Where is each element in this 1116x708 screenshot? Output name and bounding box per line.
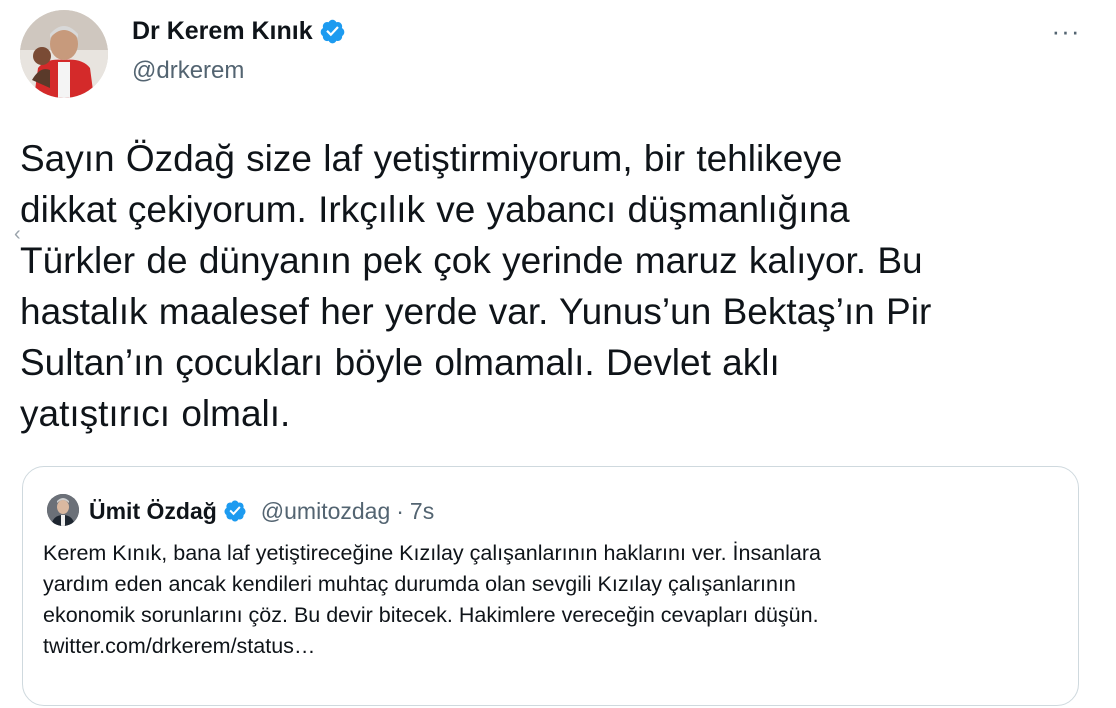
author-avatar-image — [20, 10, 108, 98]
quoted-author-avatar-image — [47, 494, 79, 526]
more-horizontal-icon[interactable]: ··· — [1046, 16, 1086, 46]
author-avatar[interactable] — [20, 10, 108, 98]
header-separator: · — [396, 497, 404, 524]
verified-badge-icon — [320, 19, 344, 44]
quoted-tweet-header: Ümit Özdağ @umitozdag · 7s — [89, 494, 434, 528]
author-handle[interactable]: @drkerem — [132, 57, 244, 85]
quoted-tweet-card[interactable]: Ümit Özdağ @umitozdag · 7s Kerem Kınık, … — [22, 466, 1079, 706]
quoted-tweet-text: Kerem Kınık, bana laf yetiştireceğine Kı… — [43, 541, 821, 658]
quoted-verified-badge-icon — [224, 500, 246, 522]
tweet-text: Sayın Özdağ size laf yetiştirmiyorum, bi… — [20, 138, 932, 434]
author-name[interactable]: Dr Kerem Kınık — [132, 17, 346, 46]
quoted-author-name[interactable]: Ümit Özdağ — [89, 498, 217, 525]
tweet: Dr Kerem Kınık @drkerem ··· ‹ Sayın Özda… — [0, 0, 1116, 708]
author-name-text: Dr Kerem Kınık — [132, 17, 313, 45]
quoted-author-avatar[interactable] — [47, 494, 79, 526]
quoted-tweet-time[interactable]: 7s — [410, 498, 434, 525]
quoted-author-handle[interactable]: @umitozdag — [261, 498, 390, 525]
